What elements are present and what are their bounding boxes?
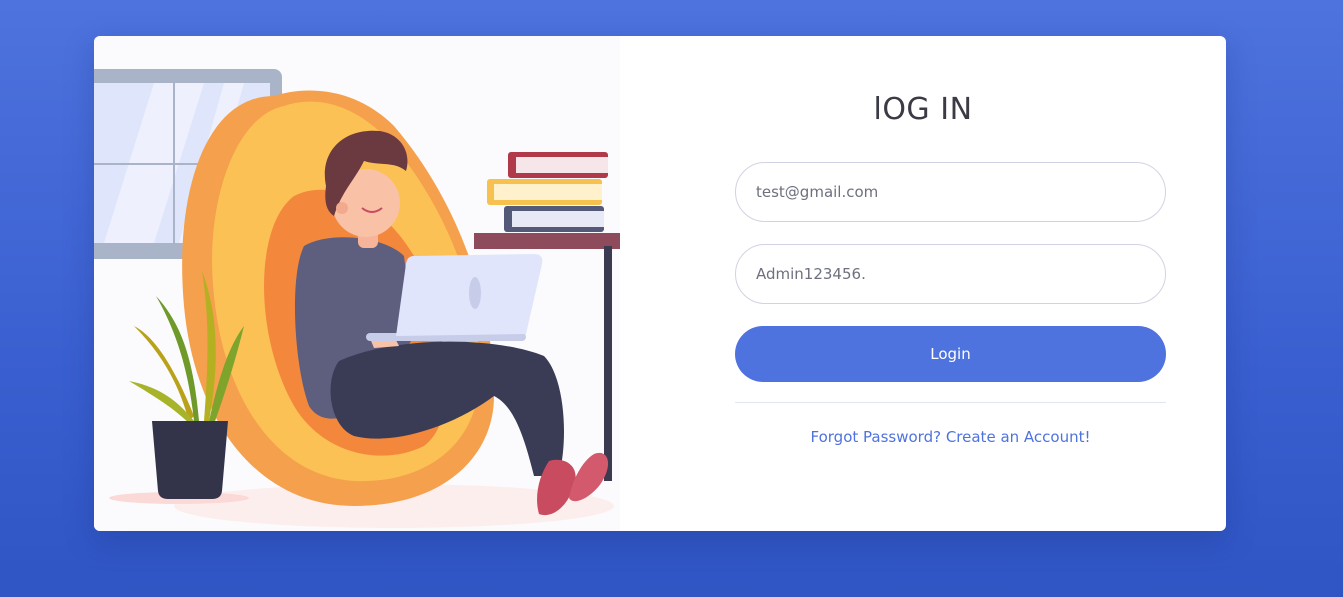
login-form: lOG IN Login Forgot Password? Create an … [620, 36, 1226, 531]
person-with-laptop-illustration [94, 69, 620, 528]
page-title: lOG IN [873, 92, 973, 127]
divider [735, 402, 1166, 403]
forgot-password-link[interactable]: Forgot Password? [811, 428, 942, 446]
login-illustration [94, 36, 620, 531]
login-button[interactable]: Login [735, 326, 1166, 382]
books-shape [487, 152, 608, 232]
email-field[interactable] [735, 162, 1166, 222]
account-links: Forgot Password? Create an Account! [735, 428, 1166, 446]
password-field[interactable] [735, 244, 1166, 304]
create-account-link[interactable]: Create an Account! [946, 428, 1091, 446]
login-card: lOG IN Login Forgot Password? Create an … [94, 36, 1226, 531]
